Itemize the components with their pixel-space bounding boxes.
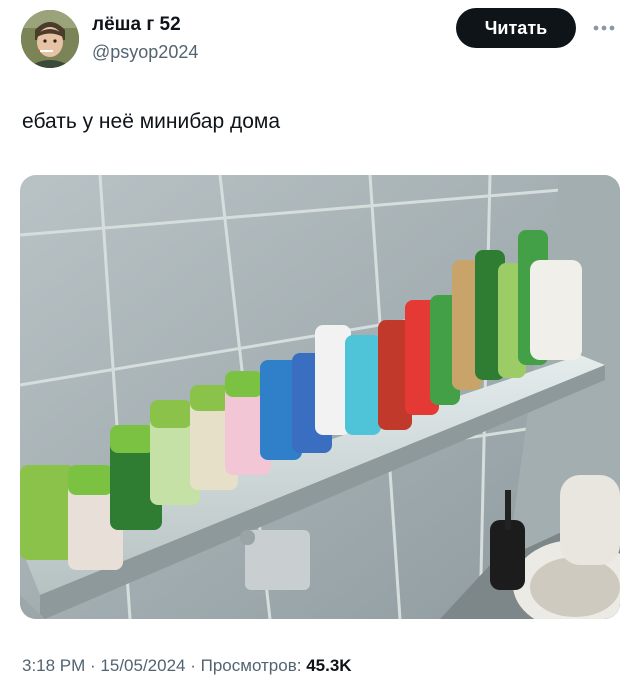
follow-button[interactable]: Читать bbox=[456, 8, 576, 48]
author-handle[interactable]: @psyop2024 bbox=[92, 42, 198, 63]
tweet-time[interactable]: 3:18 PM bbox=[22, 656, 85, 675]
views-label: Просмотров: bbox=[200, 656, 307, 675]
meta-separator: · bbox=[85, 656, 101, 675]
avatar[interactable] bbox=[21, 10, 79, 68]
tweet-header: лёша г 52 @psyop2024 Читать bbox=[0, 0, 640, 90]
tweet-photo[interactable] bbox=[20, 175, 620, 619]
meta-separator-2: · bbox=[185, 656, 201, 675]
author-name[interactable]: лёша г 52 bbox=[92, 14, 181, 36]
tweet-date[interactable]: 15/05/2024 bbox=[100, 656, 185, 675]
tweet-text: ебать у неё минибар дома bbox=[22, 110, 281, 133]
views-count: 45.3K bbox=[306, 656, 352, 675]
tweet-meta: 3:18 PM · 15/05/2024 · Просмотров: 45.3K bbox=[22, 656, 352, 676]
more-horizontal-icon[interactable] bbox=[592, 18, 616, 38]
